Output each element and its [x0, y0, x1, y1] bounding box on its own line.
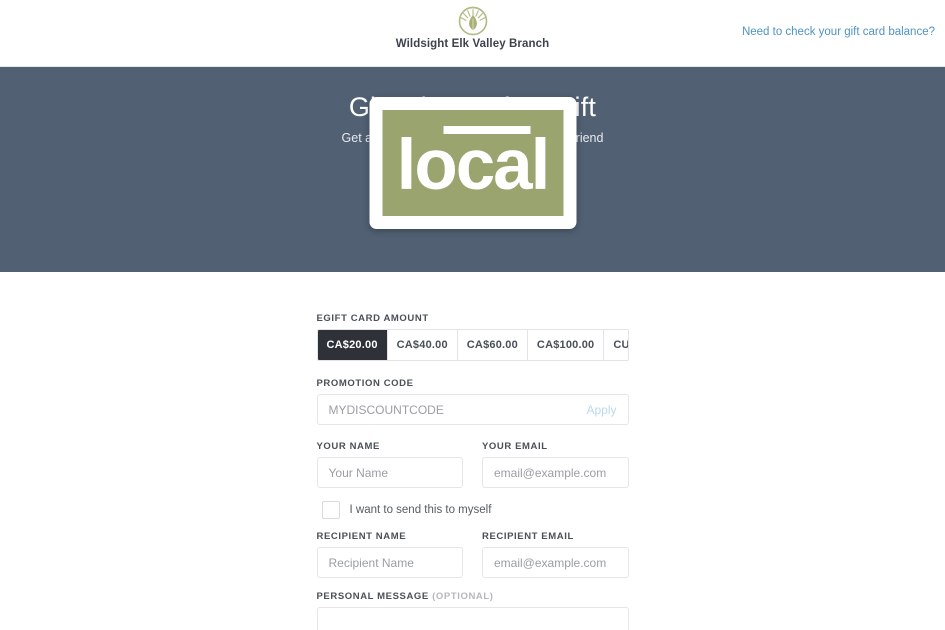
recipient-name-group: RECIPIENT NAME Recipient Name — [316, 531, 463, 578]
amount-option-40[interactable]: CA$40.00 — [387, 330, 458, 360]
promotion-code-group: PROMOTION CODE MYDISCOUNTCODE Apply — [316, 378, 629, 425]
gift-card-bar — [443, 125, 531, 134]
your-name-input[interactable]: Your Name — [316, 457, 463, 488]
recipient-name-label: RECIPIENT NAME — [316, 531, 407, 542]
recipient-email-label: RECIPIENT EMAIL — [482, 531, 574, 542]
amount-option-100[interactable]: CA$100.00 — [527, 330, 605, 360]
brand-name: Wildsight Elk Valley Branch — [395, 38, 550, 50]
personal-message-optional-tag: (OPTIONAL) — [432, 591, 494, 602]
personal-message-label: PERSONAL MESSAGE (OPTIONAL) — [317, 591, 629, 602]
leaf-drop-logo-icon — [458, 6, 488, 36]
your-email-input[interactable]: email@example.com — [482, 457, 629, 488]
recipient-email-placeholder: email@example.com — [494, 555, 607, 570]
recipient-email-group: RECIPIENT EMAIL email@example.com — [482, 531, 629, 578]
check-balance-link[interactable]: Need to check your gift card balance? — [742, 26, 935, 38]
recipient-fields-row: RECIPIENT NAME Recipient Name RECIPIENT … — [316, 531, 629, 578]
amount-selector[interactable]: CA$20.00 CA$40.00 CA$60.00 CA$100.00 CUS… — [316, 329, 629, 361]
promotion-code-label: PROMOTION CODE — [316, 378, 414, 389]
personal-message-group: PERSONAL MESSAGE (OPTIONAL) — [316, 591, 629, 630]
your-name-group: YOUR NAME Your Name — [316, 441, 463, 488]
gift-card-purchase-page: Wildsight Elk Valley Branch Need to chec… — [0, 0, 945, 630]
recipient-name-placeholder: Recipient Name — [328, 555, 414, 570]
amount-label: EGIFT CARD AMOUNT — [316, 313, 429, 324]
recipient-email-input[interactable]: email@example.com — [482, 547, 629, 578]
apply-promotion-button[interactable]: Apply — [578, 403, 616, 417]
amount-option-60[interactable]: CA$60.00 — [457, 330, 528, 360]
promotion-code-placeholder: MYDISCOUNTCODE — [328, 402, 444, 417]
gift-card-form: EGIFT CARD AMOUNT CA$20.00 CA$40.00 CA$6… — [316, 313, 629, 630]
your-email-group: YOUR EMAIL email@example.com — [482, 441, 629, 488]
personal-message-textarea[interactable] — [316, 607, 629, 630]
your-email-label: YOUR EMAIL — [482, 441, 548, 452]
your-name-placeholder: Your Name — [328, 465, 389, 480]
promotion-code-input[interactable]: MYDISCOUNTCODE Apply — [316, 394, 629, 425]
purchaser-fields-row: YOUR NAME Your Name YOUR EMAIL email@exa… — [316, 441, 629, 488]
gift-card-image: local — [369, 97, 576, 229]
gift-card-word: local — [396, 126, 551, 206]
recipient-name-input[interactable]: Recipient Name — [316, 547, 463, 578]
your-name-label: YOUR NAME — [316, 441, 380, 452]
send-to-myself-checkbox[interactable] — [321, 501, 340, 519]
amount-option-20[interactable]: CA$20.00 — [317, 330, 388, 360]
gift-card-artwork: local — [382, 110, 563, 216]
your-email-placeholder: email@example.com — [494, 465, 607, 480]
site-header: Wildsight Elk Valley Branch Need to chec… — [0, 0, 945, 67]
send-to-myself-label[interactable]: I want to send this to myself — [350, 504, 492, 516]
send-to-myself-row[interactable]: I want to send this to myself — [321, 501, 629, 519]
amount-option-custom[interactable]: CUSTOM — [604, 330, 628, 360]
personal-message-label-text: PERSONAL MESSAGE — [316, 591, 429, 602]
